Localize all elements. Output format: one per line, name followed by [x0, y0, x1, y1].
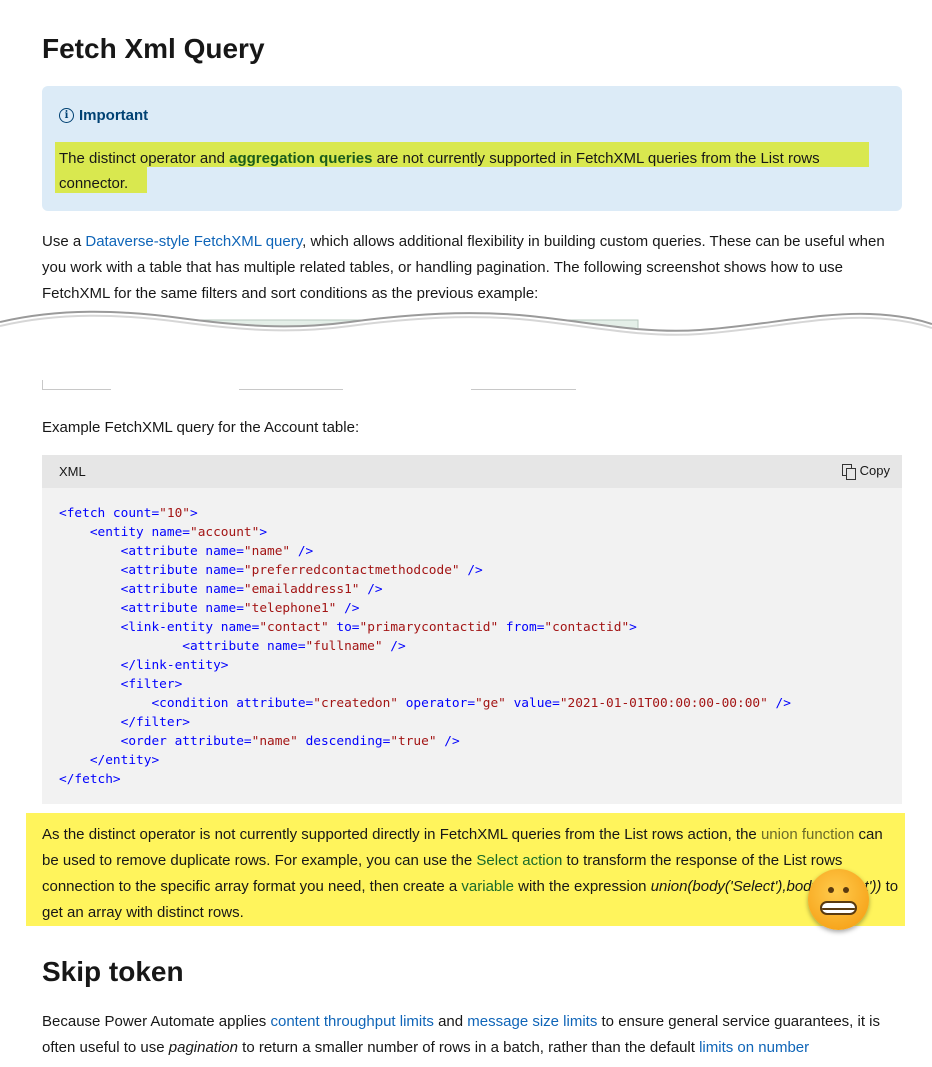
skip-text: to return a smaller number of rows in a … [238, 1039, 700, 1056]
code-line: <condition attribute="createdon" operato… [59, 696, 791, 711]
skip-text: Because Power Automate applies [42, 1013, 271, 1030]
screenshot-fragment [239, 380, 343, 390]
code-text: <fetch count="10"> <entity name="account… [59, 504, 902, 789]
info-icon: i [59, 108, 74, 123]
fetchxml-query-link[interactable]: Dataverse-style FetchXML query [85, 233, 302, 250]
select-action-link[interactable]: Select action [476, 852, 562, 869]
intro-text: Use a [42, 233, 86, 250]
alert-text-before: The distinct operator and [59, 150, 230, 167]
skip-text: and [433, 1013, 468, 1030]
code-line: <attribute name="emailaddress1" /> [59, 582, 383, 597]
page-title: Fetch Xml Query [42, 33, 265, 64]
skip-token-paragraph: Because Power Automate applies content t… [42, 1009, 902, 1061]
note-text: with the expression [513, 878, 651, 895]
variable-link[interactable]: variable [461, 878, 514, 895]
code-line: <filter> [59, 677, 183, 692]
aggregation-queries-link[interactable]: aggregation queries [229, 150, 372, 167]
skip-em: pagination [168, 1039, 238, 1056]
code-line: </fetch> [59, 772, 121, 787]
code-line: <attribute name="fullname" /> [59, 639, 406, 654]
union-function-link[interactable]: union function [761, 826, 854, 843]
important-alert: i Important The distinct operator and ag… [42, 86, 902, 211]
copy-button[interactable]: Copy [841, 463, 890, 480]
message-size-limits-link[interactable]: message size limits [467, 1013, 597, 1030]
code-line: </link-entity> [59, 658, 229, 673]
code-line: <order attribute="name" descending="true… [59, 734, 460, 749]
torn-edge-divider [0, 310, 932, 350]
code-line: <link-entity name="contact" to="primaryc… [59, 620, 637, 635]
section-heading-skip-token: Skip token [42, 956, 184, 987]
code-language: XML [59, 464, 86, 479]
content-throughput-limits-link[interactable]: content throughput limits [270, 1013, 433, 1030]
screenshot-fragment [471, 380, 576, 390]
code-line: </filter> [59, 715, 190, 730]
code-block[interactable]: <fetch count="10"> <entity name="account… [42, 488, 902, 804]
code-line: </entity> [59, 753, 160, 768]
limits-on-number-link[interactable]: limits on number [699, 1039, 809, 1056]
grimace-emoji-icon [808, 869, 869, 930]
alert-title-text: Important [79, 107, 149, 124]
copy-icon [841, 463, 856, 480]
code-header: XML Copy [42, 455, 902, 488]
code-line: <attribute name="preferredcontactmethodc… [59, 563, 483, 578]
intro-paragraph: Use a Dataverse-style FetchXML query, wh… [42, 229, 902, 307]
code-line: <fetch count="10"> [59, 506, 198, 521]
example-caption: Example FetchXML query for the Account t… [42, 419, 360, 436]
code-line: <entity name="account"> [59, 525, 268, 540]
code-line: <attribute name="telephone1" /> [59, 601, 360, 616]
copy-label: Copy [859, 463, 890, 478]
note-text: As the distinct operator is not currentl… [42, 826, 761, 843]
code-line: <attribute name="name" /> [59, 544, 314, 559]
screenshot-fragment [42, 380, 111, 390]
alert-text: The distinct operator and aggregation qu… [59, 146, 874, 196]
union-note-paragraph: As the distinct operator is not currentl… [42, 822, 902, 926]
alert-title: i Important [59, 107, 148, 124]
